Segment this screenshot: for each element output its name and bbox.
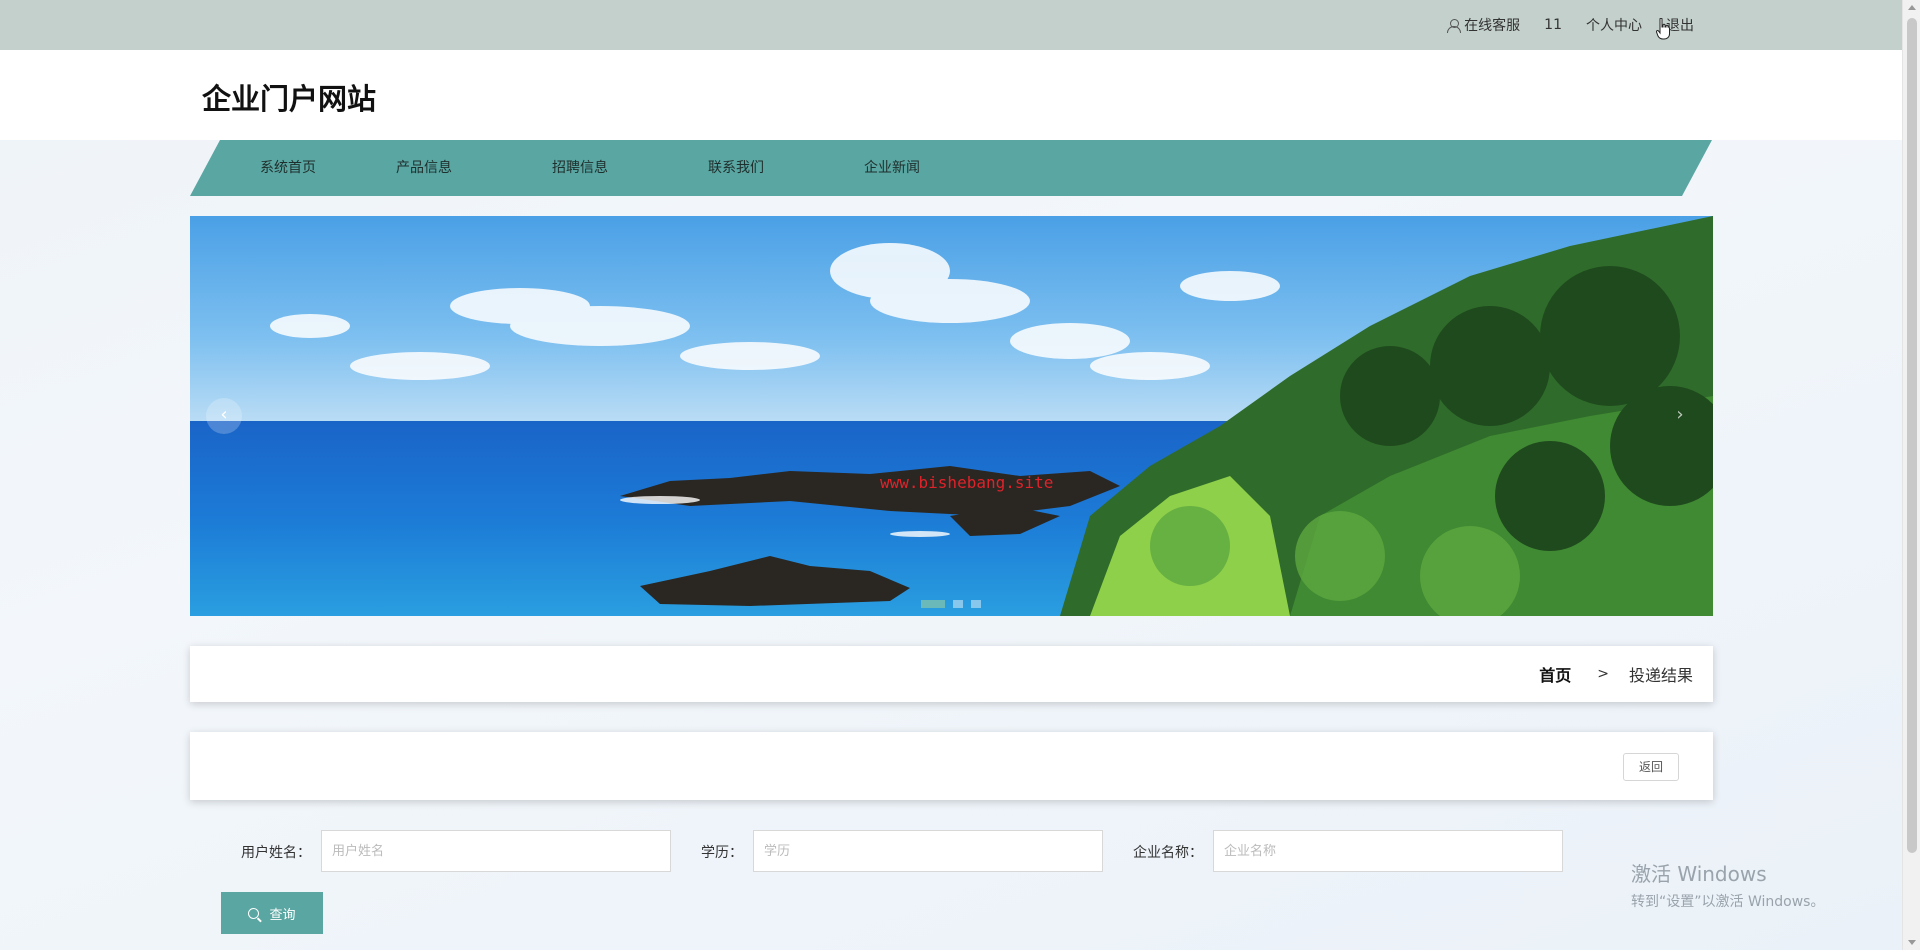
education-input[interactable] — [753, 830, 1103, 872]
query-button[interactable]: 查询 — [221, 892, 323, 934]
user-icon — [1447, 18, 1462, 33]
username-label[interactable]: 11 — [1544, 17, 1562, 33]
site-title[interactable]: 企业门户网站 — [202, 76, 376, 118]
logout-link[interactable]: 退出 — [1666, 15, 1694, 35]
breadcrumb-separator: > — [1597, 666, 1609, 682]
activation-title: 激活 Windows — [1631, 862, 1767, 886]
banner-dot[interactable] — [921, 600, 945, 608]
company-name-label: 企业名称： — [1133, 845, 1203, 861]
action-bar: 返回 — [190, 732, 1713, 800]
scroll-up-icon[interactable] — [1908, 5, 1916, 10]
back-button[interactable]: 返回 — [1623, 753, 1679, 781]
top-bar: 在线客服 11 个人中心 退出 — [0, 0, 1902, 50]
username-input[interactable] — [321, 830, 671, 872]
mouse-cursor-icon — [1656, 18, 1670, 40]
online-service-link[interactable]: 在线客服 — [1447, 15, 1520, 35]
banner-watermark: www.bishebang.site — [880, 473, 1054, 492]
breadcrumb-current: 投递结果 — [1628, 666, 1693, 685]
top-links: 在线客服 11 个人中心 退出 — [1423, 0, 1694, 50]
scroll-down-icon[interactable] — [1908, 940, 1916, 945]
nav-item-home[interactable]: 系统首页 — [260, 140, 316, 196]
banner-carousel: www.bishebang.site ‹ › — [190, 216, 1713, 616]
nav-item-jobs[interactable]: 招聘信息 — [552, 140, 608, 196]
search-icon — [248, 907, 260, 919]
education-label: 学历： — [701, 845, 743, 861]
nav-item-contact[interactable]: 联系我们 — [708, 140, 764, 196]
breadcrumb-home[interactable]: 首页 — [1539, 662, 1571, 686]
banner-prev-button[interactable]: ‹ — [206, 398, 242, 434]
site-header: 企业门户网站 — [0, 50, 1902, 140]
username-label: 用户姓名： — [241, 845, 311, 861]
profile-link[interactable]: 个人中心 — [1586, 15, 1642, 35]
nav-item-news[interactable]: 企业新闻 — [864, 140, 920, 196]
online-service-label: 在线客服 — [1464, 18, 1521, 34]
windows-activation-watermark: 激活 Windows 转到“设置”以激活 Windows。 — [1631, 858, 1824, 911]
page-scrollbar[interactable] — [1902, 0, 1920, 950]
nav-item-products[interactable]: 产品信息 — [396, 140, 452, 196]
activation-hint: 转到“设置”以激活 Windows。 — [1631, 894, 1825, 910]
scrollbar-thumb[interactable] — [1907, 18, 1917, 853]
banner-dot[interactable] — [953, 600, 963, 608]
main-nav: 系统首页 产品信息 招聘信息 联系我们 企业新闻 — [190, 140, 1712, 196]
breadcrumb: 首页 > 投递结果 — [190, 646, 1713, 702]
breadcrumb-trail: 首页 > 投递结果 — [1539, 646, 1693, 702]
banner-image — [190, 216, 1713, 616]
company-name-input[interactable] — [1213, 830, 1563, 872]
banner-next-button[interactable]: › — [1665, 398, 1695, 434]
banner-indicators — [921, 600, 981, 608]
query-button-label: 查询 — [269, 906, 296, 922]
banner-dot[interactable] — [971, 600, 981, 608]
